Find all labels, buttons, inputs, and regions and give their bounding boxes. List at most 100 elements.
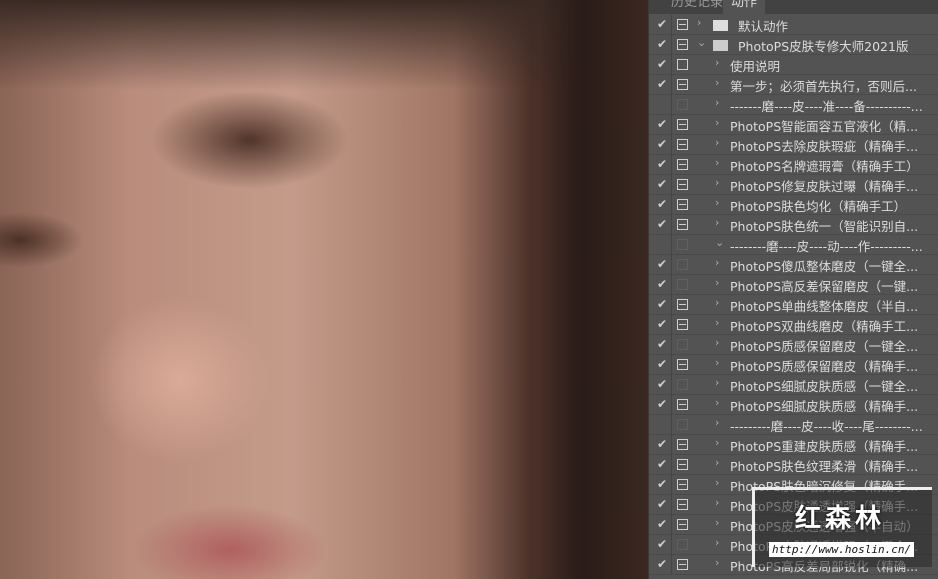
toggle-check-icon[interactable]: ✔ <box>655 377 669 391</box>
dialog-toggle-icon[interactable] <box>677 459 688 470</box>
action-row[interactable]: ✔ › PhotoPS肤色均化（精确手工） <box>649 195 938 215</box>
chevron-right-icon[interactable]: › <box>715 416 719 429</box>
toggle-check-icon[interactable]: ✔ <box>655 437 669 451</box>
action-row[interactable]: ✔ › PhotoPS肤色纹理柔滑（精确手... <box>649 455 938 475</box>
dialog-toggle-icon[interactable] <box>677 59 688 70</box>
dialog-toggle-icon[interactable] <box>677 139 688 150</box>
chevron-right-icon[interactable]: › <box>715 256 719 269</box>
action-row[interactable]: ✔ › PhotoPS重建皮肤质感（精确手... <box>649 435 938 455</box>
toggle-check-icon[interactable]: ✔ <box>655 297 669 311</box>
chevron-right-icon[interactable]: › <box>715 136 719 149</box>
chevron-right-icon[interactable]: › <box>715 56 719 69</box>
toggle-check-icon[interactable]: ✔ <box>655 317 669 331</box>
toggle-check-icon[interactable]: ✔ <box>655 497 669 511</box>
dialog-toggle-icon[interactable] <box>677 319 688 330</box>
toggle-check-icon[interactable]: ✔ <box>655 77 669 91</box>
dialog-toggle-icon[interactable] <box>677 39 688 50</box>
dialog-toggle-icon[interactable] <box>677 559 688 570</box>
toggle-check-icon[interactable]: ✔ <box>655 17 669 31</box>
dialog-toggle-icon[interactable] <box>677 299 688 310</box>
chevron-right-icon[interactable]: › <box>715 456 719 469</box>
dialog-toggle-icon[interactable] <box>677 99 688 110</box>
toggle-check-icon[interactable]: ✔ <box>655 117 669 131</box>
action-row[interactable]: ✔ › PhotoPS肤色统一（智能识别自... <box>649 215 938 235</box>
dialog-toggle-icon[interactable] <box>677 259 688 270</box>
action-row[interactable]: ✔ › PhotoPS去除皮肤瑕疵（精确手... <box>649 135 938 155</box>
dialog-toggle-icon[interactable] <box>677 439 688 450</box>
action-row[interactable]: › -------磨----皮----准----备----------... <box>649 95 938 115</box>
toggle-check-icon[interactable]: ✔ <box>655 517 669 531</box>
toggle-check-icon[interactable]: ✔ <box>655 57 669 71</box>
dialog-toggle-icon[interactable] <box>677 219 688 230</box>
action-row[interactable]: ✔ › PhotoPS高反差保留磨皮（一键... <box>649 275 938 295</box>
toggle-check-icon[interactable]: ✔ <box>655 337 669 351</box>
action-row[interactable]: ✔ › PhotoPS双曲线磨皮（精确手工... <box>649 315 938 335</box>
toggle-check-icon[interactable]: ✔ <box>655 157 669 171</box>
action-row[interactable]: ✔ › 第一步；必须首先执行，否则后... <box>649 75 938 95</box>
dialog-toggle-icon[interactable] <box>677 179 688 190</box>
toggle-check-icon[interactable]: ✔ <box>655 37 669 51</box>
dialog-toggle-icon[interactable] <box>677 479 688 490</box>
chevron-right-icon[interactable]: › <box>715 76 719 89</box>
tab-history[interactable]: 历史记录 <box>663 0 731 14</box>
action-row[interactable]: ✔ › PhotoPS傻瓜整体磨皮（一键全... <box>649 255 938 275</box>
action-row[interactable]: ✔ › 使用说明 <box>649 55 938 75</box>
toggle-check-icon[interactable]: ✔ <box>655 177 669 191</box>
toggle-check-icon[interactable]: ✔ <box>655 477 669 491</box>
chevron-right-icon[interactable]: › <box>715 556 719 569</box>
chevron-down-icon[interactable]: ⌄ <box>697 36 706 49</box>
action-row[interactable]: ✔ › PhotoPS修复皮肤过曝（精确手... <box>649 175 938 195</box>
action-set-row[interactable]: ✔ ⌄ PhotoPS皮肤专修大师2021版 <box>649 35 938 55</box>
dialog-toggle-icon[interactable] <box>677 159 688 170</box>
dialog-toggle-icon[interactable] <box>677 239 688 250</box>
toggle-check-icon[interactable]: ✔ <box>655 557 669 571</box>
dialog-toggle-icon[interactable] <box>677 19 688 30</box>
chevron-right-icon[interactable]: › <box>715 96 719 109</box>
action-row[interactable]: ✔ › PhotoPS智能面容五官液化（精... <box>649 115 938 135</box>
chevron-down-icon[interactable]: ⌄ <box>715 236 724 249</box>
action-row[interactable]: › ---------磨----皮----收----尾--------... <box>649 415 938 435</box>
dialog-toggle-icon[interactable] <box>677 279 688 290</box>
dialog-toggle-icon[interactable] <box>677 199 688 210</box>
toggle-check-icon[interactable]: ✔ <box>655 137 669 151</box>
chevron-right-icon[interactable]: › <box>715 516 719 529</box>
toggle-check-icon[interactable]: ✔ <box>655 217 669 231</box>
chevron-right-icon[interactable]: › <box>715 316 719 329</box>
dialog-toggle-icon[interactable] <box>677 499 688 510</box>
action-row[interactable]: ✔ › PhotoPS细腻皮肤质感（精确手... <box>649 395 938 415</box>
chevron-right-icon[interactable]: › <box>715 356 719 369</box>
chevron-right-icon[interactable]: › <box>715 216 719 229</box>
dialog-toggle-icon[interactable] <box>677 519 688 530</box>
chevron-right-icon[interactable]: › <box>715 296 719 309</box>
dialog-toggle-icon[interactable] <box>677 79 688 90</box>
chevron-right-icon[interactable]: › <box>715 116 719 129</box>
chevron-right-icon[interactable]: › <box>715 436 719 449</box>
action-row[interactable]: ✔ › PhotoPS细腻皮肤质感（一键全... <box>649 375 938 395</box>
action-row[interactable]: ✔ › PhotoPS名牌遮瑕膏（精确手工） <box>649 155 938 175</box>
dialog-toggle-icon[interactable] <box>677 539 688 550</box>
action-row[interactable]: ⌄ --------磨----皮----动----作---------... <box>649 235 938 255</box>
toggle-check-icon[interactable]: ✔ <box>655 357 669 371</box>
dialog-toggle-icon[interactable] <box>677 379 688 390</box>
toggle-check-icon[interactable]: ✔ <box>655 457 669 471</box>
toggle-check-icon[interactable]: ✔ <box>655 537 669 551</box>
chevron-right-icon[interactable]: › <box>715 336 719 349</box>
toggle-check-icon[interactable]: ✔ <box>655 197 669 211</box>
dialog-toggle-icon[interactable] <box>677 399 688 410</box>
chevron-right-icon[interactable]: › <box>715 536 719 549</box>
chevron-right-icon[interactable]: › <box>715 496 719 509</box>
chevron-right-icon[interactable]: › <box>715 476 719 489</box>
chevron-right-icon[interactable]: › <box>715 156 719 169</box>
dialog-toggle-icon[interactable] <box>677 359 688 370</box>
action-row[interactable]: ✔ › PhotoPS质感保留磨皮（一键全... <box>649 335 938 355</box>
action-row[interactable]: ✔ › PhotoPS单曲线整体磨皮（半自... <box>649 295 938 315</box>
toggle-check-icon[interactable]: ✔ <box>655 397 669 411</box>
chevron-right-icon[interactable]: › <box>715 376 719 389</box>
action-set-row[interactable]: ✔ › 默认动作 <box>649 15 938 35</box>
toggle-check-icon[interactable]: ✔ <box>655 277 669 291</box>
dialog-toggle-icon[interactable] <box>677 419 688 430</box>
chevron-right-icon[interactable]: › <box>697 16 701 29</box>
dialog-toggle-icon[interactable] <box>677 119 688 130</box>
toggle-check-icon[interactable]: ✔ <box>655 257 669 271</box>
chevron-right-icon[interactable]: › <box>715 176 719 189</box>
